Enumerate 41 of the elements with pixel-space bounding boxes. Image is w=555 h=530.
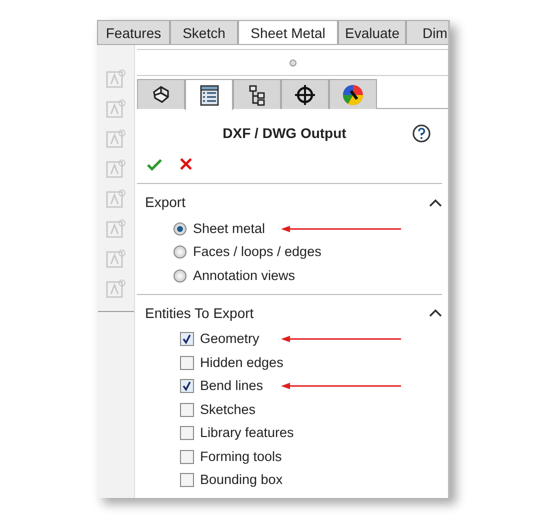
cancel-icon[interactable] bbox=[180, 158, 192, 171]
command-tab[interactable]: Features bbox=[97, 20, 170, 44]
help-icon[interactable] bbox=[412, 124, 431, 143]
option-label: Library features bbox=[200, 424, 294, 442]
grip-icon[interactable] bbox=[288, 58, 296, 66]
checkbox[interactable] bbox=[180, 379, 194, 394]
collapse-caret-icon[interactable] bbox=[429, 198, 442, 206]
section-title: Export bbox=[145, 193, 186, 212]
radio-button[interactable] bbox=[173, 268, 187, 283]
target-icon bbox=[293, 82, 317, 106]
panel-tab[interactable] bbox=[185, 79, 233, 110]
panel-tab[interactable] bbox=[233, 79, 281, 109]
command-tab[interactable]: Dim bbox=[406, 20, 448, 44]
collapse-caret-icon[interactable] bbox=[429, 309, 442, 317]
radio-button[interactable] bbox=[173, 222, 187, 236]
ok-check-icon[interactable] bbox=[147, 158, 162, 171]
appearance-icon bbox=[341, 82, 365, 106]
panel-title: DXF / DWG Output bbox=[222, 124, 348, 143]
panel-tab[interactable] bbox=[137, 79, 185, 109]
panel-tab[interactable] bbox=[329, 79, 377, 109]
section-title: Entities To Export bbox=[145, 304, 254, 323]
checkbox[interactable] bbox=[180, 450, 194, 464]
radio-button[interactable] bbox=[173, 245, 187, 260]
panel-tab[interactable] bbox=[281, 79, 329, 109]
checkbox[interactable] bbox=[180, 332, 194, 346]
command-tab[interactable]: Sketch bbox=[170, 20, 238, 44]
option-label: Bounding box bbox=[200, 471, 283, 490]
option-label: Sketches bbox=[200, 400, 256, 419]
option-label: Bend lines bbox=[200, 377, 264, 396]
option-label: Faces / loops / edges bbox=[193, 243, 322, 262]
option-label: Geometry bbox=[200, 330, 260, 348]
command-tab[interactable]: Sheet Metal bbox=[238, 20, 338, 44]
checkbox[interactable] bbox=[180, 473, 194, 488]
checkbox[interactable] bbox=[180, 356, 194, 370]
option-label: Sheet metal bbox=[193, 220, 266, 238]
command-tab[interactable]: Evaluate bbox=[338, 20, 406, 44]
checkbox[interactable] bbox=[180, 402, 194, 417]
checkbox[interactable] bbox=[180, 426, 194, 440]
option-label: Hidden edges bbox=[200, 354, 284, 372]
option-label: Annotation views bbox=[193, 266, 296, 285]
option-label: Forming tools bbox=[200, 448, 282, 466]
